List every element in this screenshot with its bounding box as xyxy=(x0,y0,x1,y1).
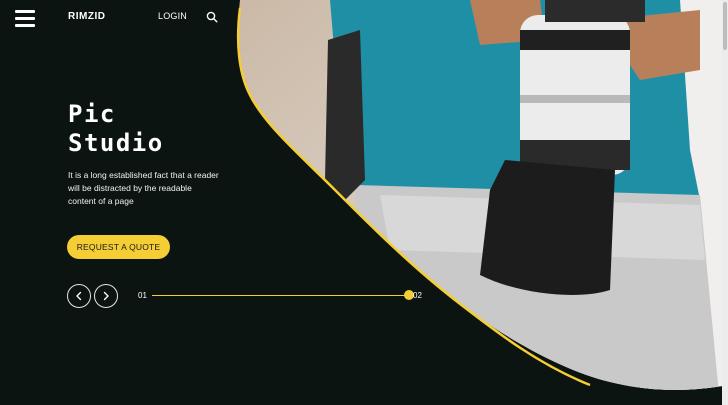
prev-slide-button[interactable] xyxy=(67,284,91,308)
chevron-right-icon xyxy=(103,291,109,301)
slide-start-number: 01 xyxy=(138,291,147,300)
chevron-left-icon xyxy=(76,291,82,301)
login-link[interactable]: LOGIN xyxy=(158,11,187,21)
slide-progress-fill xyxy=(152,295,409,296)
hamburger-menu-icon[interactable] xyxy=(15,10,35,28)
hero-title-line-2: Studio xyxy=(68,129,164,157)
brand-logo[interactable]: RIMZID xyxy=(68,11,105,22)
search-icon[interactable] xyxy=(206,10,218,23)
hero-title: Pic Studio xyxy=(68,100,238,158)
hero-description: It is a long established fact that a rea… xyxy=(68,170,219,206)
page-scrollbar[interactable] xyxy=(722,0,728,405)
next-slide-button[interactable] xyxy=(94,284,118,308)
slide-end-number: 02 xyxy=(413,291,422,300)
hero-title-line-1: Pic xyxy=(68,100,116,128)
request-quote-button[interactable]: REQUEST A QUOTE xyxy=(67,235,170,259)
scrollbar-thumb[interactable] xyxy=(723,2,727,50)
